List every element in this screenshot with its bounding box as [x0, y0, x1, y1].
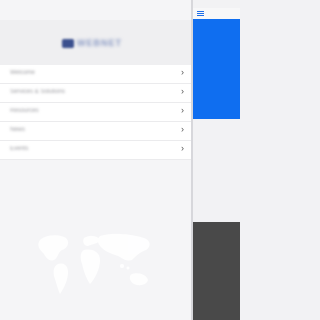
menu-item-label: Services & Solutions	[10, 89, 66, 95]
hamburger-icon[interactable]	[197, 11, 204, 16]
chevron-right-icon: ›	[181, 67, 184, 77]
menu-item-services[interactable]: Services & Solutions ›	[0, 84, 191, 103]
side-menu-panel: WEBNET Welcome › Services & Solutions › …	[0, 0, 191, 320]
world-map-graphic	[38, 233, 150, 294]
logo-text: WEBNET	[77, 38, 122, 48]
detail-nav-bar	[193, 8, 240, 19]
detail-panel	[193, 0, 240, 320]
chevron-right-icon: ›	[181, 105, 184, 115]
menu-list: Welcome › Services & Solutions › Resourc…	[0, 65, 191, 160]
chevron-right-icon: ›	[181, 124, 184, 134]
menu-header: WEBNET	[0, 20, 191, 66]
menu-item-welcome[interactable]: Welcome ›	[0, 65, 191, 84]
menu-item-label: News	[10, 127, 26, 133]
chevron-right-icon: ›	[181, 86, 184, 96]
menu-item-label: Resources	[10, 108, 39, 114]
hero-banner	[193, 19, 240, 119]
chevron-right-icon: ›	[181, 143, 184, 153]
content-block-dark	[193, 222, 240, 320]
menu-item-news[interactable]: News ›	[0, 122, 191, 141]
menu-item-resources[interactable]: Resources ›	[0, 103, 191, 122]
menu-item-label: Welcome	[10, 70, 35, 76]
app-logo: WEBNET	[62, 37, 128, 49]
menu-item-events[interactable]: Events ›	[0, 141, 191, 160]
menu-item-label: Events	[10, 146, 29, 152]
logo-mark-icon	[62, 38, 74, 48]
